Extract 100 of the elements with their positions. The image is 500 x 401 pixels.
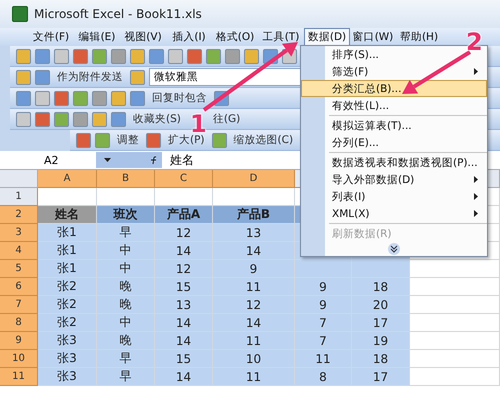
row-header[interactable]: 11 xyxy=(0,368,38,386)
toolbar-icon[interactable] xyxy=(187,48,202,64)
toolbar-icon[interactable] xyxy=(95,132,110,148)
toolbar-icon[interactable] xyxy=(35,90,50,106)
toolbar-icon[interactable] xyxy=(92,90,107,106)
toolbar-icon[interactable] xyxy=(35,70,50,84)
menu-item[interactable]: 导入外部数据(D) xyxy=(301,171,487,188)
table-cell: 张2 xyxy=(38,314,97,332)
toolbar-button[interactable]: 回复时包含 xyxy=(149,89,210,107)
column-header[interactable]: B xyxy=(97,170,155,188)
row-header[interactable]: 5 xyxy=(0,260,38,278)
toolbar-icon[interactable] xyxy=(146,132,161,148)
table-cell: 14 xyxy=(155,242,213,260)
toolbar-button[interactable]: 作为附件发送 xyxy=(54,68,126,86)
toolbar-icon[interactable] xyxy=(73,90,88,106)
table-cell: 19 xyxy=(352,332,410,350)
menu-item[interactable]: 模拟运算表(T)... xyxy=(301,117,487,134)
toolbar-icon[interactable] xyxy=(54,112,69,126)
menu-item[interactable]: 视图(V) xyxy=(120,28,166,46)
menu-item[interactable]: 格式(O) xyxy=(212,28,258,46)
menu-item[interactable]: 文件(F) xyxy=(28,28,74,46)
toolbar-icon[interactable] xyxy=(111,48,126,64)
table-cell: 张3 xyxy=(38,332,97,350)
row-header[interactable]: 6 xyxy=(0,278,38,296)
toolbar-icon[interactable] xyxy=(16,90,31,106)
toolbar-icon[interactable] xyxy=(225,48,240,64)
menu-item[interactable]: XML(X) xyxy=(301,205,487,222)
menu-item[interactable]: 分列(E)... xyxy=(301,134,487,151)
menu-item[interactable]: 帮助(H) xyxy=(396,28,442,46)
toolbar-icon[interactable] xyxy=(35,48,50,64)
menu-item[interactable]: 编辑(E) xyxy=(74,28,120,46)
column-header[interactable]: C xyxy=(155,170,213,188)
toolbar-icon[interactable] xyxy=(16,48,31,64)
table-cell: 18 xyxy=(352,350,410,368)
name-box[interactable]: A2 xyxy=(0,154,96,166)
toolbar-icon[interactable] xyxy=(111,90,126,106)
formula-field[interactable]: 姓名 xyxy=(162,152,194,168)
toolbar-icon[interactable] xyxy=(76,132,91,148)
toolbar-icon[interactable] xyxy=(35,112,50,126)
table-cell: 15 xyxy=(155,350,213,368)
table-cell: 14 xyxy=(155,332,213,350)
menu-item[interactable]: 分类汇总(B)... xyxy=(301,80,487,97)
row-header[interactable]: 2 xyxy=(0,206,38,224)
caret-icon[interactable] xyxy=(104,158,111,162)
menu-item[interactable]: 有效性(L)... xyxy=(301,97,487,114)
toolbar-icon[interactable] xyxy=(149,48,164,64)
toolbar-icon[interactable] xyxy=(111,112,126,126)
table-cell: 11 xyxy=(295,350,352,368)
toolbar-icon[interactable] xyxy=(168,48,183,64)
toolbar-icon[interactable] xyxy=(130,70,145,84)
table-cell: 14 xyxy=(213,242,295,260)
toolbar-icon[interactable] xyxy=(73,112,88,126)
table-cell: 11 xyxy=(213,368,295,386)
table-cell: 张1 xyxy=(38,242,97,260)
row-header[interactable]: 8 xyxy=(0,314,38,332)
table-cell: 张2 xyxy=(38,278,97,296)
row-header[interactable]: 3 xyxy=(0,224,38,242)
table-cell: 15 xyxy=(155,278,213,296)
table-cell: 13 xyxy=(155,296,213,314)
toolbar-button[interactable]: 调整 xyxy=(114,131,142,149)
toolbar-icon[interactable] xyxy=(16,70,31,84)
table-cell: 14 xyxy=(155,368,213,386)
row-header[interactable]: 4 xyxy=(0,242,38,260)
toolbar-icon[interactable] xyxy=(54,90,69,106)
toolbar-button[interactable]: 收藏夹(S) xyxy=(130,110,184,128)
row-header[interactable]: 1 xyxy=(0,188,38,206)
toolbar-icon[interactable] xyxy=(92,112,107,126)
menu-item[interactable]: 数据透视表和数据透视图(P)... xyxy=(301,154,487,171)
toolbar-icon[interactable] xyxy=(92,48,107,64)
table-cell: 产品A xyxy=(155,206,213,224)
table-cell: 13 xyxy=(213,224,295,242)
toolbar-icon[interactable] xyxy=(212,132,227,148)
toolbar-icon[interactable] xyxy=(16,112,31,126)
toolbar-button[interactable]: 缩放选图(C) xyxy=(230,131,296,149)
menu-item[interactable]: 窗口(W) xyxy=(350,28,396,46)
toolbar-icon[interactable] xyxy=(130,48,145,64)
table-cell: 11 xyxy=(213,332,295,350)
menu-item[interactable]: 工具(T) xyxy=(258,28,304,46)
toolbar-icon[interactable] xyxy=(130,90,145,106)
expand-chevron-icon[interactable] xyxy=(388,243,400,255)
toolbar-icon[interactable] xyxy=(206,48,221,64)
row-header[interactable]: 7 xyxy=(0,296,38,314)
column-header[interactable]: A xyxy=(38,170,97,188)
table-cell: 9 xyxy=(213,260,295,278)
table-cell: 张1 xyxy=(38,224,97,242)
toolbar-icon[interactable] xyxy=(73,48,88,64)
row-header[interactable]: 9 xyxy=(0,332,38,350)
menu-item[interactable]: 列表(I) xyxy=(301,188,487,205)
menu-item[interactable]: 插入(I) xyxy=(166,28,212,46)
function-icon[interactable] xyxy=(150,156,158,164)
column-header[interactable]: D xyxy=(213,170,295,188)
table-cell: 17 xyxy=(352,368,410,386)
row-header[interactable]: 10 xyxy=(0,350,38,368)
toolbar-icon[interactable] xyxy=(244,48,259,64)
table-cell: 张1 xyxy=(38,260,97,278)
toolbar-icon[interactable] xyxy=(54,48,69,64)
toolbar-button[interactable]: 往(G) xyxy=(210,110,244,128)
app-icon xyxy=(12,6,28,22)
table-cell: 20 xyxy=(352,296,410,314)
table-cell: 17 xyxy=(352,314,410,332)
